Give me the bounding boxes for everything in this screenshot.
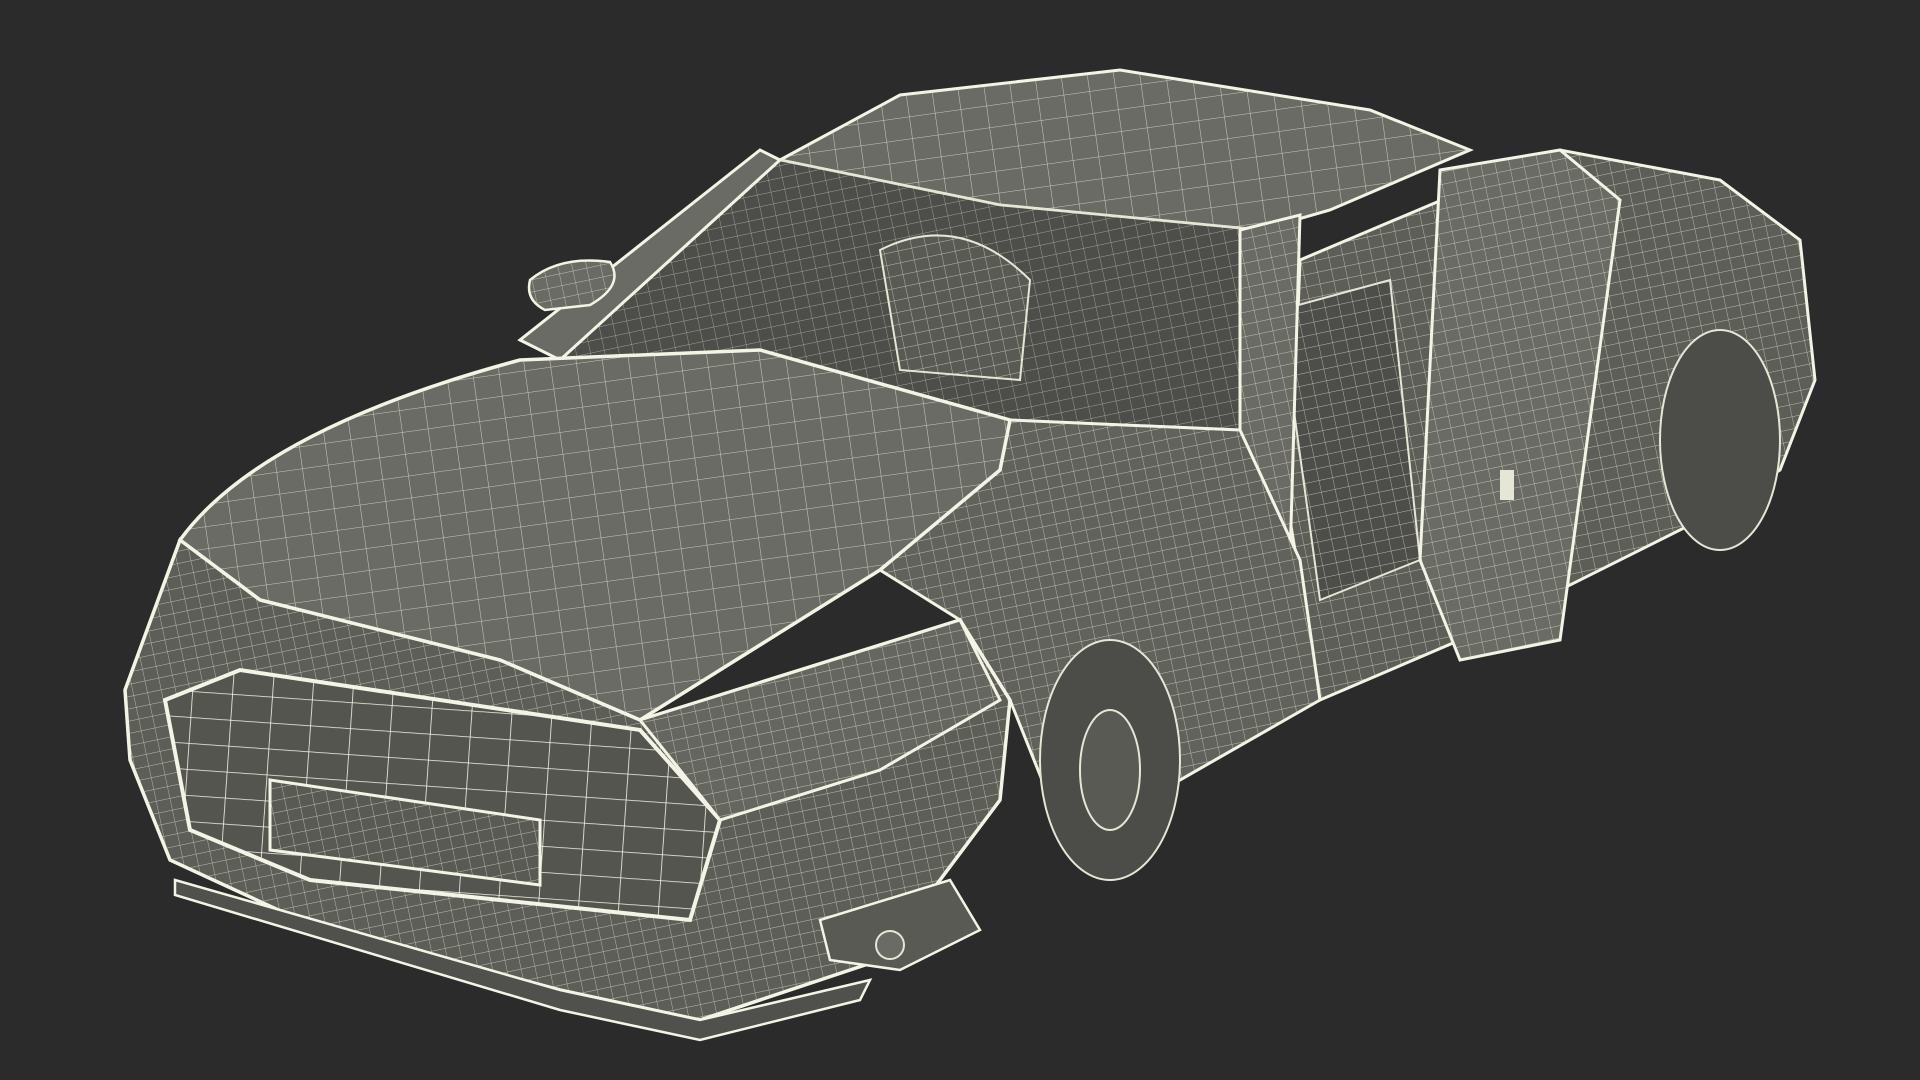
wheel-hub-icon [1079, 709, 1141, 831]
fog-lamp-icon [875, 930, 905, 960]
open-rear-door [1418, 148, 1622, 662]
door-handle-icon [1500, 470, 1514, 500]
render-viewport [0, 0, 1920, 1080]
car-wireframe-render [123, 68, 1817, 1042]
